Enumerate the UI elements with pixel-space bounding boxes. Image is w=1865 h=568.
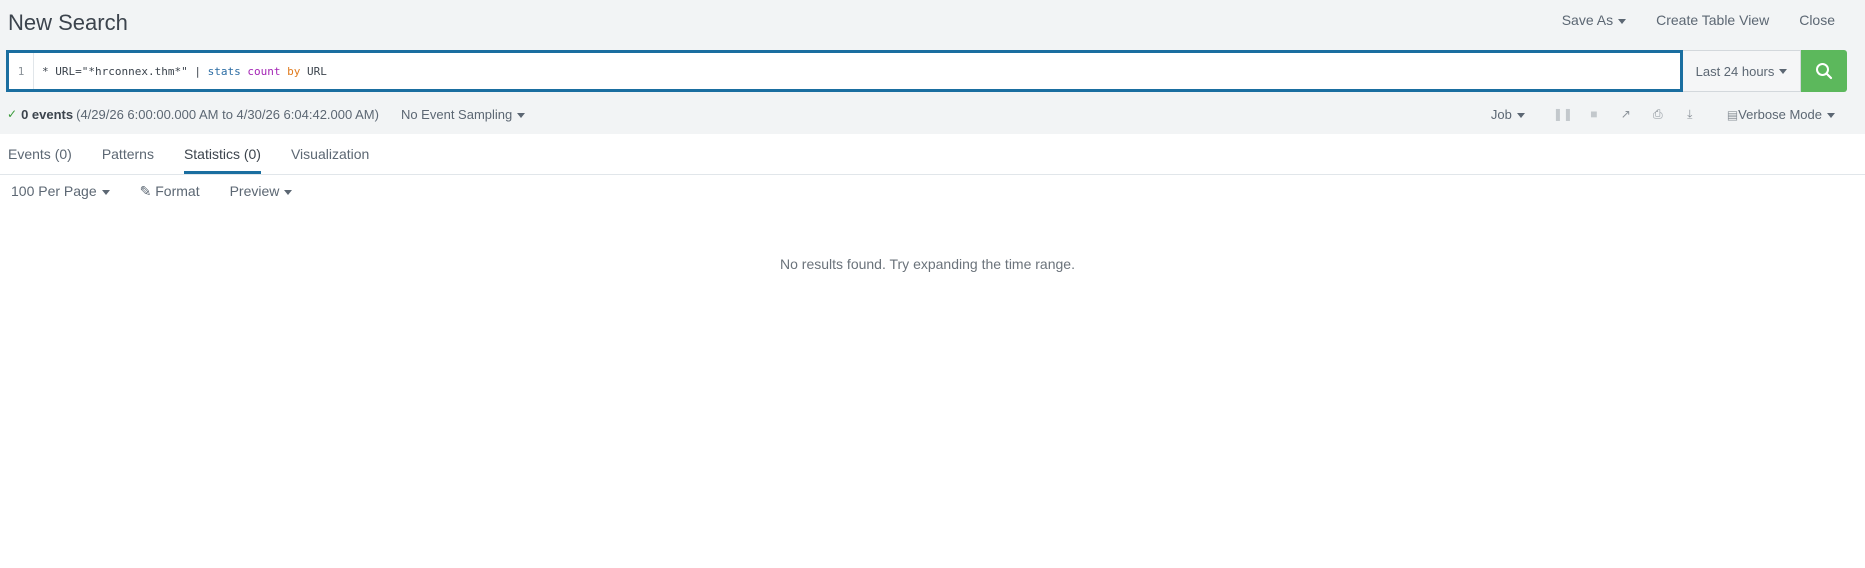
time-span: (4/29/26 6:00:00.000 AM to 4/30/26 6:04:… xyxy=(76,106,379,122)
format-button[interactable]: ✎ Format xyxy=(140,183,200,200)
query-token: stats xyxy=(207,64,241,78)
page-title: New Search xyxy=(8,10,128,35)
tab-statistics[interactable]: Statistics (0) xyxy=(183,134,261,174)
chevron-down-icon xyxy=(517,112,526,118)
tab-patterns[interactable]: Patterns xyxy=(102,134,154,174)
chevron-down-icon xyxy=(1618,18,1627,24)
query-token: count xyxy=(247,64,281,78)
pause-icon[interactable]: ❚❚ xyxy=(1553,107,1573,121)
pencil-icon: ✎ xyxy=(139,183,152,199)
mode-icon: ▤ xyxy=(1726,107,1739,122)
share-icon[interactable]: ↗ xyxy=(1617,107,1635,121)
preview-label: Preview xyxy=(229,183,280,199)
job-status-bar: ✓ 0 events (4/29/26 6:00:00.000 AM to 4/… xyxy=(7,104,1835,124)
close-button[interactable]: Close xyxy=(1799,12,1835,28)
preview-dropdown[interactable]: Preview xyxy=(230,183,293,200)
search-query-text[interactable]: * URL="*hrconnex.thm*" | stats count by … xyxy=(34,65,327,78)
per-page-dropdown[interactable]: 100 Per Page xyxy=(11,183,110,200)
tab-visualization[interactable]: Visualization xyxy=(291,134,369,174)
save-as-button[interactable]: Save As xyxy=(1561,12,1627,28)
tab-events[interactable]: Events (0) xyxy=(8,134,72,174)
query-token: by xyxy=(287,64,301,78)
events-count: 0 events xyxy=(21,106,74,122)
chevron-down-icon xyxy=(1779,68,1788,74)
search-mode-label: Verbose Mode xyxy=(1738,106,1822,122)
chevron-down-icon xyxy=(284,189,293,195)
no-results-message: No results found. Try expanding the time… xyxy=(780,256,1075,272)
job-label: Job xyxy=(1490,106,1512,122)
per-page-label: 100 Per Page xyxy=(11,183,97,199)
event-sampling-dropdown[interactable]: No Event Sampling xyxy=(400,106,526,122)
header-actions: Save As Create Table View Close xyxy=(1562,12,1835,28)
check-icon: ✓ xyxy=(7,107,18,121)
event-sampling-label: No Event Sampling xyxy=(400,106,513,122)
search-button[interactable] xyxy=(1801,50,1847,92)
search-input[interactable]: 1 * URL="*hrconnex.thm*" | stats count b… xyxy=(6,50,1683,92)
job-menu[interactable]: Job xyxy=(1491,107,1525,122)
search-icon xyxy=(1816,63,1833,80)
search-header: New Search Save As Create Table View Clo… xyxy=(0,0,1865,134)
results-tabs: Events (0) Patterns Statistics (0) Visua… xyxy=(0,134,1865,175)
search-mode-dropdown[interactable]: ▤Verbose Mode xyxy=(1727,107,1835,122)
format-label: Format xyxy=(155,183,200,199)
create-table-view-button[interactable]: Create Table View xyxy=(1656,12,1769,28)
time-range-picker[interactable]: Last 24 hours xyxy=(1683,50,1801,92)
print-icon[interactable]: ⎙ xyxy=(1649,107,1667,122)
export-icon[interactable]: ⤓ xyxy=(1681,107,1699,122)
results-toolbar: 100 Per Page ✎ Format Preview xyxy=(11,183,293,200)
time-range-label: Last 24 hours xyxy=(1695,63,1775,79)
job-tools: Job ❚❚ ■ ↗ ⎙ ⤓ ▤Verbose Mode xyxy=(1491,107,1835,122)
search-bar: 1 * URL="*hrconnex.thm*" | stats count b… xyxy=(6,50,1847,92)
query-token: * URL="*hrconnex.thm*" | xyxy=(42,64,208,78)
chevron-down-icon xyxy=(101,189,110,195)
line-number: 1 xyxy=(9,53,34,89)
query-token: URL xyxy=(300,64,327,78)
chevron-down-icon xyxy=(1827,112,1835,118)
stop-icon[interactable]: ■ xyxy=(1585,107,1603,121)
chevron-down-icon xyxy=(1516,112,1525,118)
save-as-label: Save As xyxy=(1561,12,1614,28)
